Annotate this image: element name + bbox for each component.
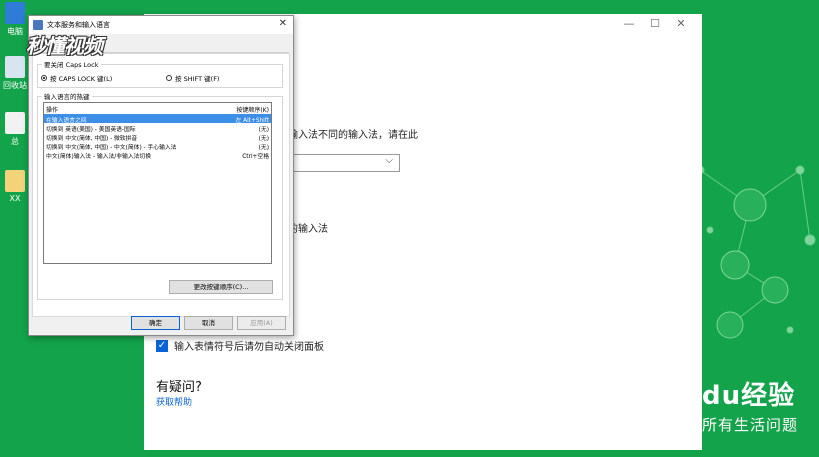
list-item[interactable]: 中文(简体)输入法 - 输入法/非输入法切换 Ctrl+空格 bbox=[44, 150, 271, 160]
desktop-icon-label: XX bbox=[9, 194, 21, 203]
hotkeys-list[interactable]: 操作 按键顺序(K) 在输入语言之间 左 Alt+Shift 切换到 英语(美国… bbox=[43, 102, 272, 264]
recycle-bin-icon bbox=[5, 56, 25, 78]
emoji-panel-checkbox[interactable]: ✓ 输入表情符号后请勿自动关闭面板 bbox=[156, 338, 324, 353]
question-heading: 有疑问? bbox=[156, 380, 202, 395]
window-controls: — ☐ ✕ bbox=[616, 17, 694, 30]
list-item[interactable]: 在输入语言之间 左 Alt+Shift bbox=[44, 114, 271, 124]
wallpaper-network-art bbox=[695, 165, 816, 339]
list-item-action: 中文(简体)输入法 - 输入法/非输入法切换 bbox=[46, 154, 152, 160]
list-item[interactable]: 切换到 英语(美国) - 美国英语-国际 (无) bbox=[44, 123, 271, 133]
desktop-icon-label: 回收站 bbox=[3, 81, 27, 90]
caps-lock-radio[interactable]: 按 CAPS LOCK 键(L) bbox=[41, 73, 112, 83]
desktop-icon-label: 电脑 bbox=[7, 27, 23, 36]
cancel-button[interactable]: 取消 bbox=[184, 316, 233, 330]
folder-icon bbox=[5, 170, 25, 192]
hotkeys-group-title: 输入语言的热键 bbox=[42, 91, 92, 101]
list-item-keys: Ctrl+空格 bbox=[242, 154, 269, 160]
list-item[interactable]: 切换到 中文(简体, 中国) - 微软拼音 (无) bbox=[44, 132, 271, 142]
input-method-dropdown[interactable]: ⌵ bbox=[288, 154, 400, 172]
column-header-action[interactable]: 操作 bbox=[46, 105, 58, 114]
advanced-key-settings-panel: 要关闭 Caps Lock 按 CAPS LOCK 键(L) 按 SHIFT 键… bbox=[32, 53, 290, 317]
hotkeys-group: 输入语言的热键 操作 按键顺序(K) 在输入语言之间 左 Alt+Shift 切… bbox=[37, 91, 283, 300]
ok-button[interactable]: 确定 bbox=[131, 316, 180, 330]
desktop-icon-label: 总 bbox=[11, 137, 19, 146]
chevron-down-icon: ⌵ bbox=[385, 155, 393, 166]
radio-selected-icon bbox=[41, 75, 47, 81]
close-icon[interactable]: ✕ bbox=[279, 18, 287, 29]
settings-description: 输入法不同的输入法，请在此 bbox=[288, 130, 418, 141]
checkbox-label: 输入表情符号后请勿自动关闭面板 bbox=[174, 342, 324, 353]
settings-description-2: 的输入法 bbox=[288, 224, 328, 235]
dialog-title: 文本服务和输入语言 bbox=[47, 21, 110, 29]
keyboard-icon bbox=[33, 20, 43, 30]
apply-button[interactable]: 应用(A) bbox=[237, 316, 286, 330]
desktop-icon-folder[interactable]: XX bbox=[2, 170, 28, 203]
change-key-sequence-button[interactable]: 更改按键顺序(C)... bbox=[169, 280, 273, 294]
column-header-keys[interactable]: 按键顺序(K) bbox=[236, 105, 269, 114]
desktop-icon-computer[interactable]: 电脑 bbox=[2, 2, 28, 37]
baidu-jingyan-logo: du经验 所有生活问题 bbox=[702, 375, 798, 435]
desktop-icon-file[interactable]: 总 bbox=[2, 112, 28, 147]
desktop-icon-recycle-bin[interactable]: 回收站 bbox=[2, 56, 28, 91]
list-item[interactable]: 切换到 中文(简体, 中国) - 中文(简体) - 手心输入法 (无) bbox=[44, 141, 271, 151]
checkbox-checked-icon[interactable]: ✓ bbox=[156, 339, 168, 352]
computer-icon bbox=[5, 2, 25, 24]
miaodong-watermark: 秒懂视频 bbox=[26, 34, 103, 58]
brand-tagline: 所有生活问题 bbox=[702, 416, 799, 434]
get-help-link[interactable]: 获取帮助 bbox=[156, 395, 192, 408]
document-icon bbox=[5, 112, 25, 134]
brand-logo: du经验 bbox=[702, 381, 796, 411]
shift-radio-label: 按 SHIFT 键(F) bbox=[175, 75, 220, 83]
caps-lock-group: 要关闭 Caps Lock 按 CAPS LOCK 键(L) 按 SHIFT 键… bbox=[37, 59, 283, 88]
text-services-dialog: 文本服务和输入语言 ✕ 要关闭 Caps Lock 按 CAPS LOCK 键(… bbox=[28, 15, 294, 336]
close-button[interactable]: ✕ bbox=[668, 17, 694, 30]
minimize-button[interactable]: — bbox=[616, 17, 642, 30]
radio-unselected-icon bbox=[166, 75, 172, 81]
shift-radio[interactable]: 按 SHIFT 键(F) bbox=[166, 73, 219, 83]
list-header: 操作 按键顺序(K) bbox=[44, 103, 271, 114]
caps-lock-radio-label: 按 CAPS LOCK 键(L) bbox=[50, 75, 113, 83]
maximize-button[interactable]: ☐ bbox=[642, 17, 668, 30]
caps-lock-group-title: 要关闭 Caps Lock bbox=[42, 59, 101, 69]
